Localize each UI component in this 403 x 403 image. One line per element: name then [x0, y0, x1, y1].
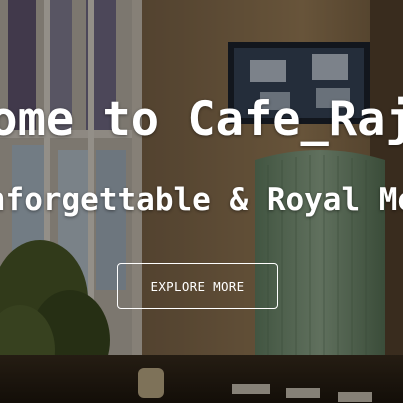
explore-more-button[interactable]: EXPLORE MORE: [117, 263, 278, 309]
hero-section: Welcome to Cafe_Rajwadi An Unforgettable…: [0, 0, 403, 403]
hero-subtitle: An Unforgettable & Royal Memory: [0, 182, 403, 218]
hero-title: Welcome to Cafe_Rajwadi: [0, 92, 403, 147]
